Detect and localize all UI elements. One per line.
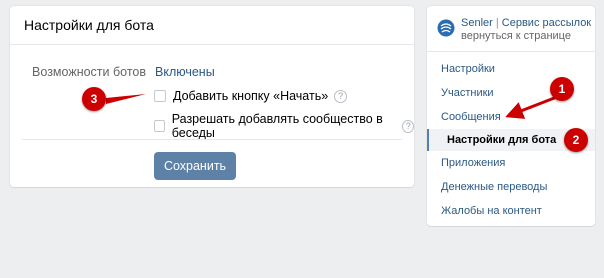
app-header[interactable]: Senler | Сервис рассылок вернуться к стр… [427,6,595,52]
bots-capabilities-row: Возможности ботов Включены [10,65,414,79]
back-to-page-link[interactable]: вернуться к странице [461,30,571,42]
divider [22,139,402,140]
app-title[interactable]: Senler | Сервис рассылок [461,17,591,29]
help-icon[interactable]: ? [334,89,348,103]
bots-capabilities-label: Возможности ботов [32,65,146,79]
marker-1: 1 [550,77,574,101]
save-button[interactable]: Сохранить [154,152,236,180]
add-start-button-label[interactable]: Добавить кнопку «Начать» [173,89,328,103]
marker-3: 3 [82,87,106,111]
add-start-button-option[interactable]: Добавить кнопку «Начать» ? [154,89,348,103]
bots-capabilities-dropdown[interactable]: Включены [155,65,215,79]
menu-item-messages[interactable]: Сообщения [427,106,595,128]
card-header: Настройки для бота [10,6,414,45]
app-description[interactable]: Сервис рассылок [502,17,591,29]
menu-item-apps[interactable]: Приложения [427,152,595,174]
add-start-button-checkbox[interactable] [154,90,166,102]
community-menu-card: Senler | Сервис рассылок вернуться к стр… [427,6,595,226]
title-separator: | [495,17,499,29]
app-name[interactable]: Senler [461,17,493,29]
allow-chats-label[interactable]: Разрешать добавлять сообщество в беседы [172,112,397,140]
page-title: Настройки для бота [24,17,154,33]
menu-item-settings[interactable]: Настройки [427,58,595,80]
help-icon[interactable]: ? [402,119,414,133]
menu-item-money-transfers[interactable]: Денежные переводы [427,176,595,198]
allow-chats-option[interactable]: Разрешать добавлять сообщество в беседы … [154,112,414,140]
allow-chats-checkbox[interactable] [154,120,165,132]
bot-settings-card: Настройки для бота Возможности ботов Вкл… [10,6,414,187]
marker-2: 2 [564,128,588,152]
menu-item-content-reports[interactable]: Жалобы на контент [427,200,595,222]
senler-logo-icon [437,19,455,37]
